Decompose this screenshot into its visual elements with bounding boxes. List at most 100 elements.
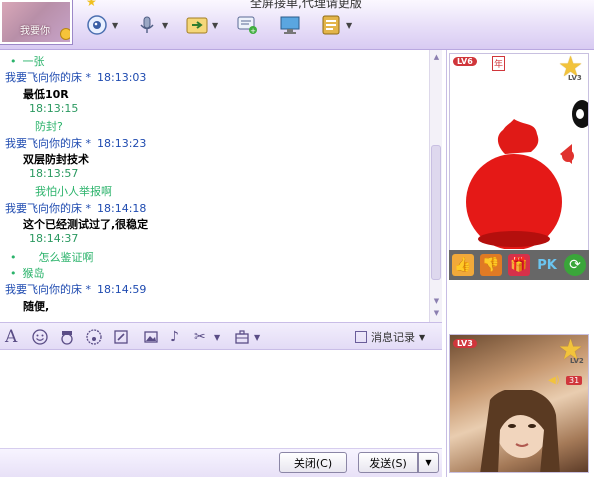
message-header: 我要飞向你的床 * 18:13:23 — [5, 135, 146, 151]
chevron-down-icon[interactable]: ▼ — [112, 21, 118, 30]
scroll-up-icon[interactable]: ▲ — [431, 52, 442, 62]
my-message: • 怎么鉴证啊 — [10, 249, 94, 265]
message-time: 18:13:03 — [97, 71, 147, 85]
incoming-message: 这个已经测试过了,很稳定 — [23, 216, 148, 232]
chevron-down-icon[interactable]: ▼ — [214, 328, 220, 346]
year-badge: 年 — [492, 56, 506, 71]
message-text: 这个已经测试过了,很稳定 — [23, 218, 149, 231]
sms-icon: + — [234, 12, 260, 38]
scroll-bottom-icon[interactable]: ▼ — [431, 308, 442, 318]
thumbs-up-icon[interactable]: 👍 — [452, 254, 474, 276]
chevron-down-icon[interactable]: ▼ — [254, 328, 260, 346]
pk-icon[interactable]: PK — [536, 254, 558, 276]
smiley-icon — [60, 28, 70, 40]
sender-name[interactable]: 我要飞向你的床 * — [5, 71, 91, 84]
sender-name[interactable]: 我要飞向你的床 * — [5, 137, 91, 150]
file-transfer-icon — [184, 12, 210, 38]
remote-desktop-button[interactable] — [277, 10, 303, 40]
message-time: 18:14:59 — [97, 283, 147, 297]
my-message: • 猴岛 — [10, 265, 45, 281]
portrait-photo — [480, 390, 560, 472]
message-time: 18:13:15 — [29, 101, 79, 115]
my-message-time: 18:14:37 — [29, 232, 78, 245]
refresh-icon[interactable]: ⟳ — [564, 254, 586, 276]
message-text: 我怕小人举报啊 — [35, 185, 112, 199]
my-message: 我怕小人举报啊 — [35, 183, 112, 199]
message-history[interactable]: • 一张 我要飞向你的床 * 18:13:03 最低10R 18:13:15 防封? 我要飞向… — [0, 50, 430, 322]
send-button[interactable]: 发送(S) — [358, 452, 418, 473]
message-text: 防封? — [35, 120, 63, 134]
gift-icon[interactable]: 🎁 — [508, 254, 530, 276]
bullet-icon: • — [10, 266, 17, 280]
thumbs-down-icon[interactable]: 👎 — [480, 254, 502, 276]
message-header: 我要飞向你的床 * 18:13:03 — [5, 69, 146, 85]
message-time: 18:14:37 — [29, 232, 79, 246]
sender-name[interactable]: 我要飞向你的床 * — [5, 283, 91, 296]
message-time: 18:13:23 — [97, 136, 147, 150]
music-icon[interactable]: ♪ — [170, 328, 179, 346]
avatar-caption: 我要你 — [20, 26, 50, 37]
scrollbar[interactable]: ▲ ▼ ▼ — [429, 50, 442, 322]
app-menu-icon — [318, 12, 344, 38]
chevron-down-icon[interactable]: ▼ — [162, 21, 168, 30]
close-button[interactable]: 关闭(C) — [279, 452, 347, 473]
emoticon-icon[interactable] — [32, 328, 48, 346]
chevron-down-icon[interactable]: ▼ — [419, 333, 425, 342]
scrollbar-thumb[interactable] — [431, 145, 441, 280]
voice-button[interactable]: ▼ — [134, 10, 168, 40]
video-icon — [84, 12, 110, 38]
bullet-icon: • — [10, 250, 17, 264]
my-message: • 一张 — [10, 53, 45, 69]
message-input[interactable] — [0, 350, 442, 448]
my-message-time: 18:13:15 — [29, 102, 78, 115]
bullet-icon: • — [10, 55, 17, 68]
message-header: 我要飞向你的床 * 18:14:18 — [5, 200, 146, 216]
scroll-down-icon[interactable]: ▼ — [431, 296, 442, 306]
image-icon[interactable] — [143, 328, 159, 346]
level-badge: LV3 — [453, 339, 477, 348]
message-text: 猴岛 — [22, 266, 45, 280]
volume-value: 31 — [566, 376, 583, 385]
toolbox-icon[interactable] — [234, 328, 250, 346]
my-message-time: 18:13:57 — [29, 167, 78, 180]
chevron-down-icon[interactable]: ▼ — [346, 21, 352, 30]
message-text: 最低10R — [23, 87, 69, 101]
video-button[interactable]: ▼ — [84, 10, 118, 40]
message-record-button[interactable]: 消息记录 ▼ — [355, 329, 425, 345]
chat-window: 全屏接单,代理请更版 我要你 ★ ▼ ▼ ▼ + ▼ • 一张 我要飞向你的床 … — [0, 0, 594, 477]
bottom-bar: 关闭(C) 发送(S) ▼ — [0, 448, 442, 477]
doodle-icon[interactable] — [113, 328, 129, 346]
level-badge: LV6 — [453, 57, 477, 66]
star-level: LV2 — [570, 357, 584, 365]
remote-desktop-icon — [277, 12, 303, 38]
font-icon[interactable]: A — [5, 327, 17, 347]
format-toolbar: A ♪ ✂ ▼ ▼ 消息记录 ▼ — [0, 322, 442, 350]
send-options-chevron-down-icon[interactable]: ▼ — [418, 452, 439, 473]
magic-face-icon[interactable] — [59, 328, 75, 346]
star-icon: ★ — [86, 0, 97, 9]
screenshot-scissors-icon[interactable]: ✂ — [194, 328, 206, 346]
message-text: 随便, — [23, 299, 50, 313]
message-time: 18:13:57 — [29, 167, 79, 181]
message-time: 18:14:18 — [97, 201, 147, 215]
message-record-icon — [355, 331, 367, 343]
message-text: 一张 — [22, 55, 45, 68]
incoming-message: 最低10R — [23, 86, 69, 102]
scream-icon[interactable] — [86, 328, 102, 346]
top-toolbar: 全屏接单,代理请更版 我要你 ★ ▼ ▼ ▼ + ▼ — [0, 0, 594, 50]
show-panel-top: LV6 年 ★ LV3 — [449, 53, 589, 280]
sender-name[interactable]: 我要飞向你的床 * — [5, 202, 91, 215]
message-text: 怎么鉴证啊 — [38, 250, 94, 264]
speaker-icon[interactable]: ◀) — [548, 375, 560, 386]
incoming-message: 随便, — [23, 298, 49, 314]
sms-button[interactable]: + — [234, 10, 260, 40]
avatar[interactable]: 我要你 — [0, 0, 72, 44]
file-transfer-button[interactable]: ▼ — [184, 10, 218, 40]
app-menu-button[interactable]: ▼ — [318, 10, 352, 40]
message-text: 双层防封技术 — [23, 152, 89, 166]
penguin-decoration-icon — [560, 100, 588, 164]
svg-text:+: + — [250, 27, 256, 35]
message-record-label: 消息记录 — [371, 331, 415, 344]
message-header: 我要飞向你的床 * 18:14:59 — [5, 281, 146, 297]
chevron-down-icon[interactable]: ▼ — [212, 21, 218, 30]
